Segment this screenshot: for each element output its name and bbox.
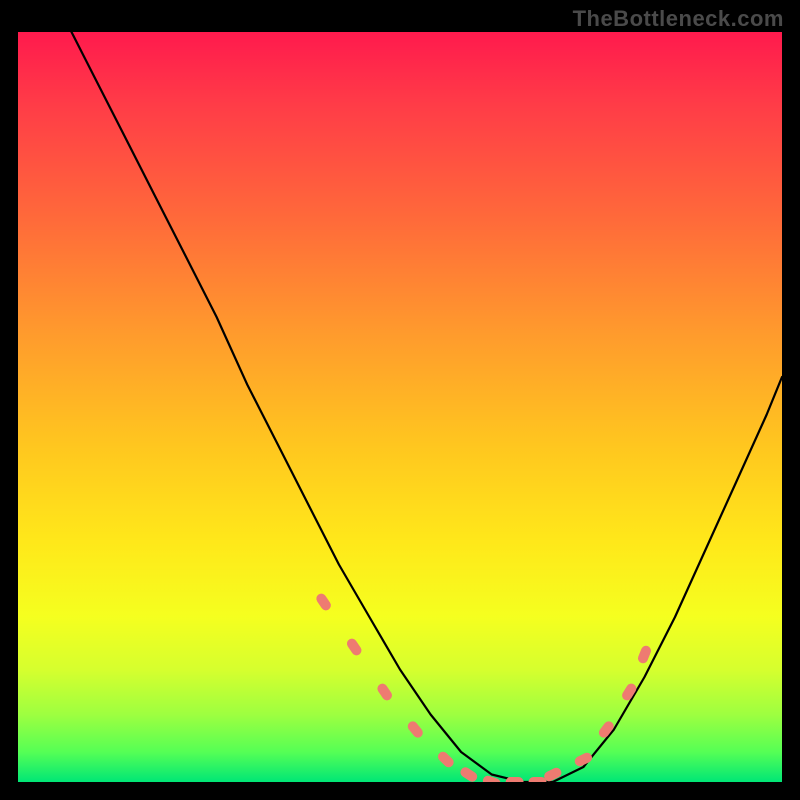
watermark-text: TheBottleneck.com [573,6,784,32]
highlight-marker [636,644,652,664]
highlight-marker [314,592,332,613]
highlight-marker [529,777,547,782]
highlight-marker [345,637,363,658]
highlight-marker [436,750,456,770]
highlight-marker [406,719,425,739]
bottleneck-curve [72,32,783,782]
highlight-markers [314,592,652,782]
highlight-marker [376,682,394,703]
highlight-marker [506,777,524,782]
chart-frame: TheBottleneck.com [0,0,800,800]
curve-svg [18,32,782,782]
highlight-marker [459,765,480,782]
plot-area [18,32,782,782]
